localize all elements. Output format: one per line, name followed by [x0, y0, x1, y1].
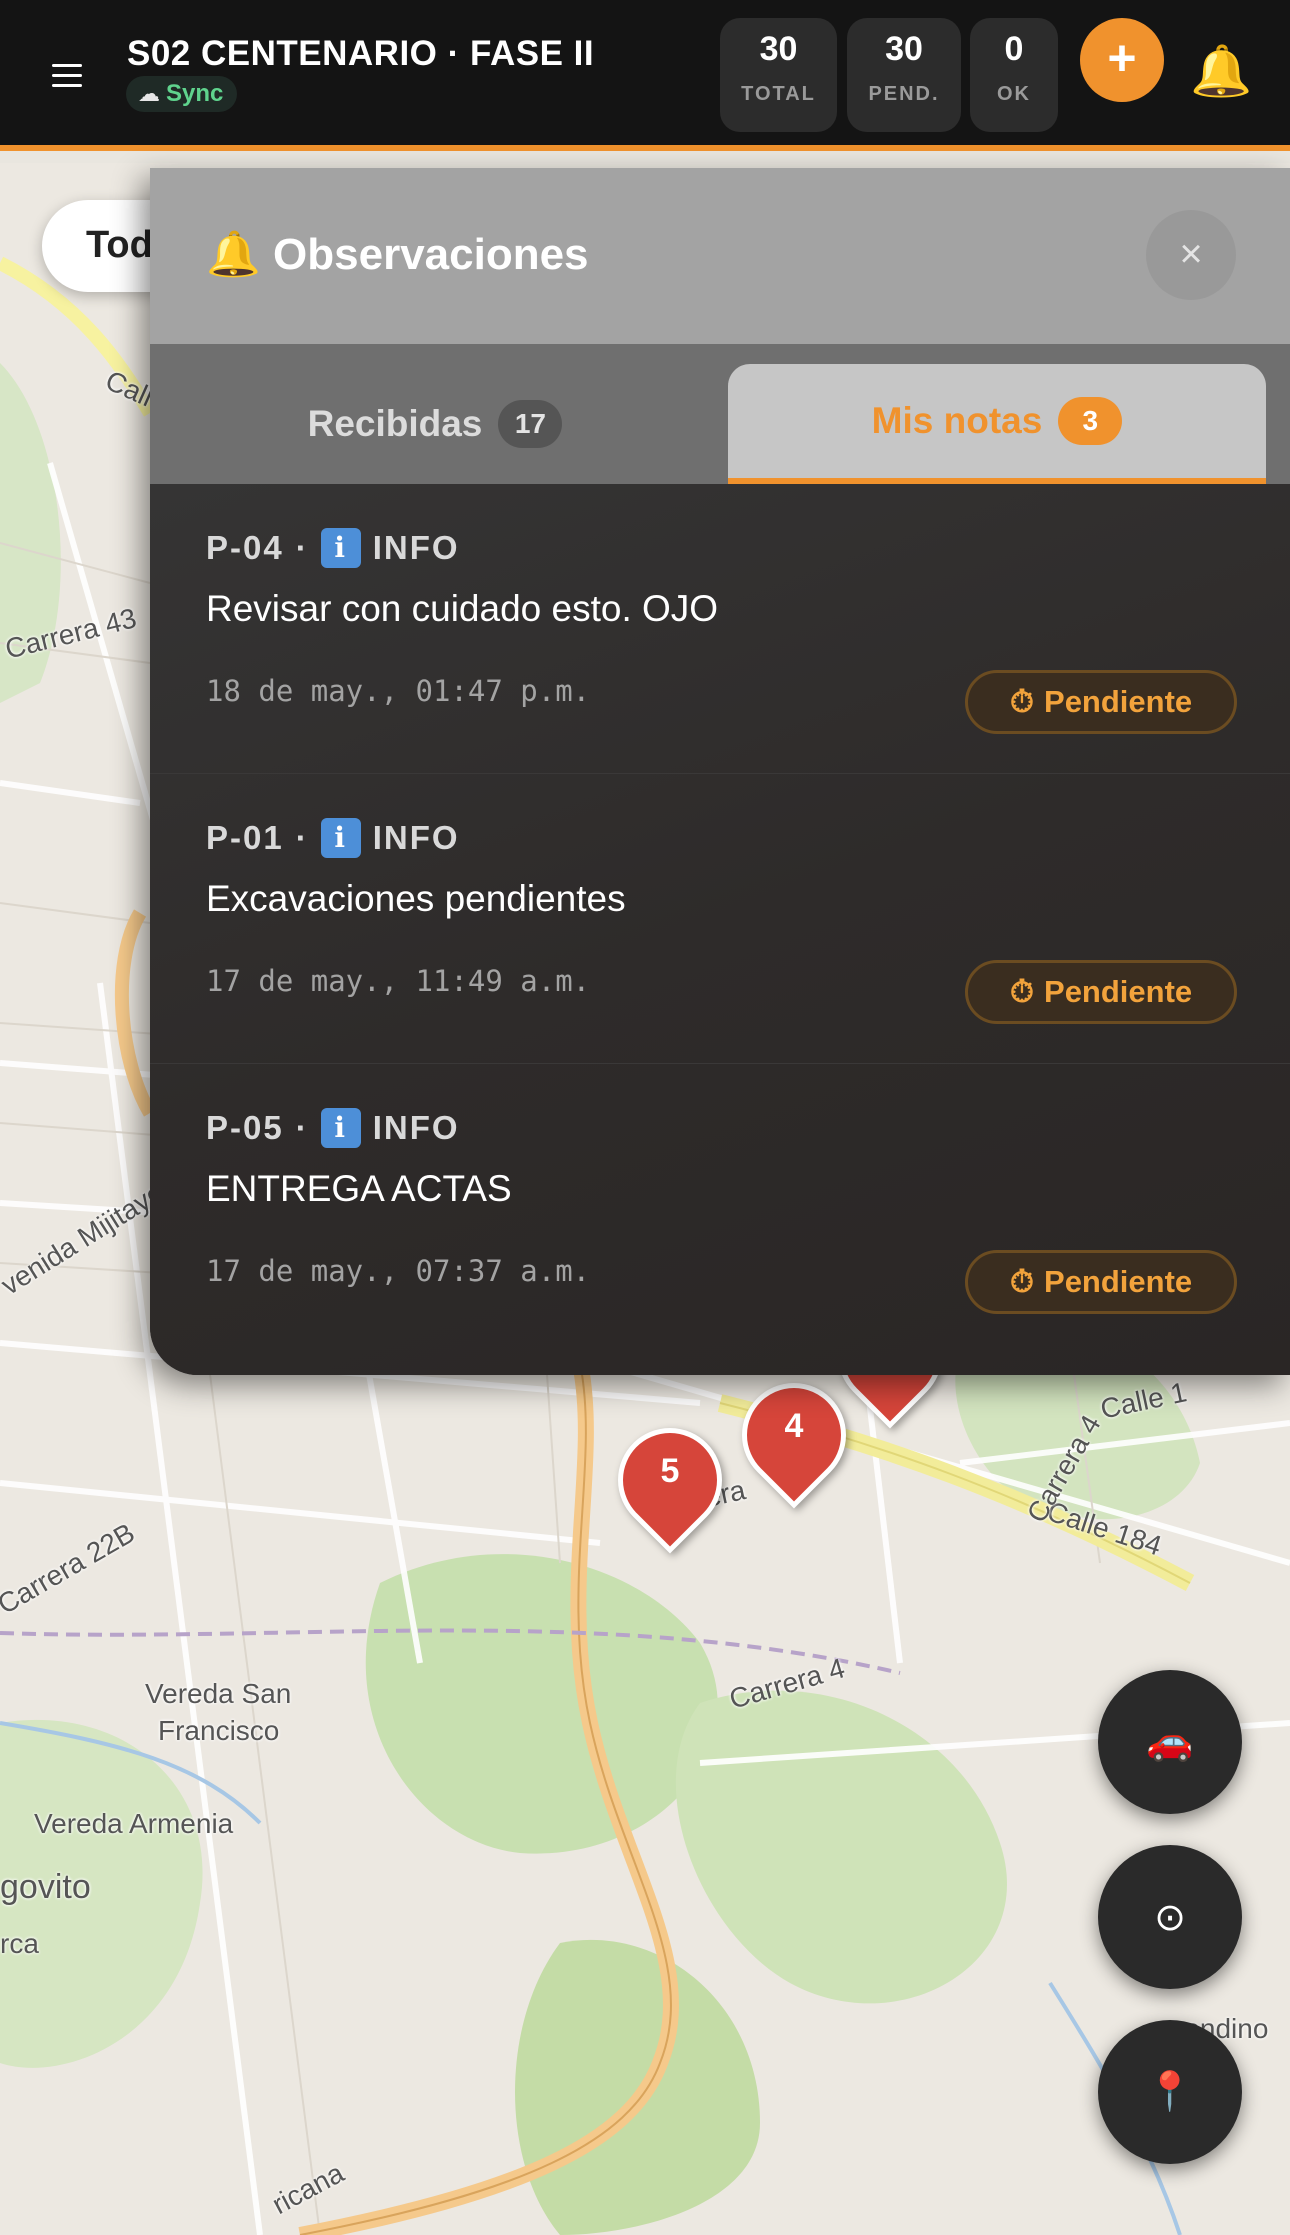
stopwatch-icon: ⏱: [1009, 683, 1035, 719]
map-label: govito: [0, 1868, 91, 1906]
app-header: S02 CENTENARIO · FASE II ☁ Sync 30 TOTAL …: [0, 0, 1290, 150]
cloud-icon: ☁: [138, 81, 160, 106]
observations-panel: 🔔 Observaciones × Recibidas 17 Mis notas…: [150, 168, 1290, 1375]
stat-pending: 30 PEND.: [847, 18, 961, 132]
map-label: Francisco: [158, 1715, 280, 1746]
car-icon: 🚗: [1146, 1721, 1194, 1763]
info-icon: i: [320, 1108, 361, 1148]
note-heading: P-04 · i INFO: [206, 528, 460, 568]
tab-mis-notas[interactable]: Mis notas 3: [728, 364, 1266, 484]
note-text: ENTREGA ACTAS: [206, 1168, 512, 1209]
map-label: rca: [0, 1928, 39, 1959]
stopwatch-icon: ⏱: [1009, 1263, 1035, 1299]
note-text: Excavaciones pendientes: [206, 878, 626, 919]
stat-total: 30 TOTAL: [720, 18, 837, 132]
status-badge: ⏱ Pendiente: [965, 1250, 1237, 1314]
note-text: Revisar con cuidado esto. OJO: [206, 588, 719, 629]
car-button[interactable]: 🚗: [1098, 1670, 1242, 1814]
notes-list[interactable]: P-04 · i INFO Revisar con cuidado esto. O…: [150, 484, 1290, 1375]
note-timestamp: 17 de may., 07:37 a.m.: [206, 1254, 591, 1288]
stat-ok: 0 OK: [970, 18, 1058, 132]
tab-recibidas[interactable]: Recibidas 17: [150, 364, 720, 484]
panel-title: 🔔 Observaciones: [206, 230, 589, 279]
map-label: Vereda Armenia: [34, 1808, 234, 1839]
add-button[interactable]: +: [1080, 18, 1164, 102]
note-heading: P-05 · i INFO: [206, 1108, 460, 1148]
info-icon: i: [320, 818, 361, 858]
menu-icon[interactable]: [52, 64, 82, 88]
pin-button[interactable]: 📍: [1098, 2020, 1242, 2164]
target-icon: ⊙: [1154, 1896, 1186, 1939]
point-marker[interactable]: 5: [596, 1406, 744, 1554]
note-heading: P-01 · i INFO: [206, 818, 460, 858]
panel-header: 🔔 Observaciones ×: [150, 168, 1290, 344]
list-item[interactable]: P-04 · i INFO Revisar con cuidado esto. O…: [150, 484, 1290, 774]
header-accent-line: [0, 145, 1290, 151]
note-timestamp: 17 de may., 11:49 a.m.: [206, 964, 591, 998]
count-badge: 17: [498, 400, 563, 448]
info-icon: i: [320, 528, 361, 568]
project-title: S02 CENTENARIO · FASE II: [127, 34, 595, 73]
close-button[interactable]: ×: [1146, 210, 1236, 300]
map-label: Vereda San: [145, 1678, 292, 1709]
list-item[interactable]: P-01 · i INFO Excavaciones pendientes 17 …: [150, 774, 1290, 1064]
point-marker[interactable]: 4: [720, 1361, 868, 1509]
bell-icon[interactable]: 🔔: [1190, 42, 1252, 101]
note-timestamp: 18 de may., 01:47 p.m.: [206, 674, 591, 708]
status-badge: ⏱ Pendiente: [965, 670, 1237, 734]
status-badge: ⏱ Pendiente: [965, 960, 1237, 1024]
pin-icon: 📍: [1146, 2071, 1194, 2113]
stopwatch-icon: ⏱: [1009, 973, 1035, 1009]
list-item[interactable]: P-05 · i INFO ENTREGA ACTAS 17 de may., 0…: [150, 1064, 1290, 1354]
bell-icon: 🔔: [206, 230, 261, 279]
count-badge: 3: [1058, 397, 1123, 445]
locate-button[interactable]: ⊙: [1098, 1845, 1242, 1989]
sync-label: Sync: [166, 80, 224, 107]
sync-badge[interactable]: ☁ Sync: [126, 76, 238, 112]
